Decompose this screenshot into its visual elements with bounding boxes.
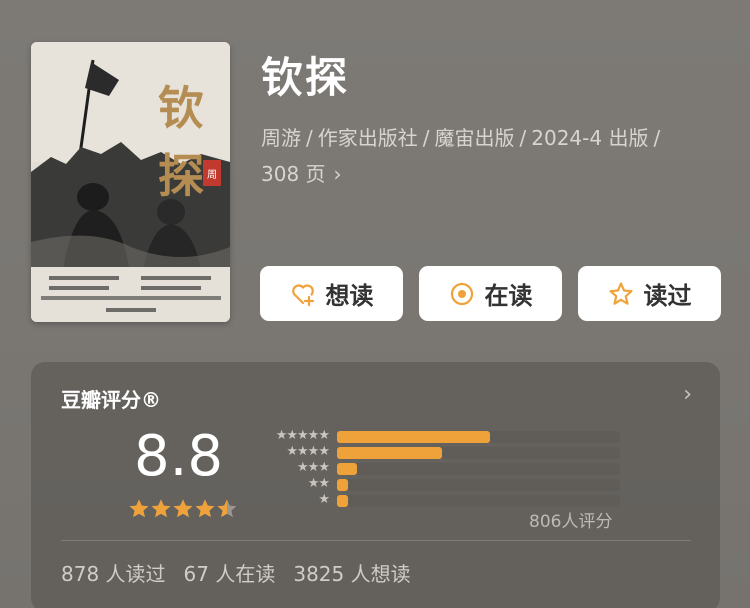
reading-count[interactable]: 67 人在读	[184, 558, 276, 587]
star-icon	[172, 498, 194, 520]
meta-separator: /	[519, 126, 527, 150]
rating-count: 806人评分	[529, 512, 613, 532]
book-cover-art: 钦 探 周	[31, 42, 230, 322]
star-icon	[194, 498, 216, 520]
mini-stars-icon: ★★	[307, 476, 330, 491]
meta-separator: /	[422, 126, 430, 150]
distribution-fill	[337, 463, 357, 475]
author: 周游	[261, 126, 301, 150]
mini-stars-icon: ★★★★	[286, 444, 330, 459]
rating-stars	[128, 498, 238, 520]
distribution-fill	[337, 431, 490, 443]
mini-stars-icon: ★	[318, 492, 330, 507]
distribution-row: ★★★★	[257, 444, 627, 460]
chevron-right-icon[interactable]: ›	[683, 382, 692, 407]
book-title: 钦探	[261, 53, 350, 102]
star-icon	[150, 498, 172, 520]
distribution-row: ★★	[257, 476, 627, 492]
star-outline-icon	[608, 281, 634, 307]
rating-score: 8.8	[134, 424, 224, 489]
want-count[interactable]: 3825 人想读	[293, 558, 410, 587]
cover-author-seal: 周	[207, 169, 217, 181]
reading-label: 在读	[484, 282, 533, 310]
distribution-fill	[337, 495, 349, 507]
star-icon	[216, 498, 238, 520]
distribution-row: ★	[257, 492, 627, 508]
star-icon	[128, 498, 150, 520]
publisher: 作家出版社	[317, 126, 418, 150]
divider	[61, 540, 691, 541]
reader-stats: 878 人读过 67 人在读 3825 人想读	[61, 558, 411, 587]
book-meta[interactable]: 周游 / 作家出版社 / 魔宙出版/2024-4 出版/ 308 页 ›	[261, 120, 731, 192]
want-to-read-label: 想读	[325, 282, 374, 310]
distribution-track	[337, 447, 620, 459]
distribution-row: ★★★★★	[257, 428, 627, 444]
producer: 魔宙出版	[434, 126, 515, 150]
distribution-fill	[337, 447, 442, 459]
rating-panel[interactable]: 豆瓣评分® › 8.8 ★★★★★ ★★★★ ★★★ ★★ ★ 806人评分 878 人…	[31, 362, 720, 608]
distribution-track	[337, 463, 620, 475]
meta-separator: /	[306, 126, 313, 150]
want-to-read-button[interactable]: 想读	[260, 266, 403, 321]
rating-distribution: ★★★★★ ★★★★ ★★★ ★★ ★	[257, 428, 627, 508]
mini-stars-icon: ★★★	[297, 460, 330, 475]
have-read-button[interactable]: 读过	[578, 266, 721, 321]
page-count: 308 页	[261, 162, 326, 186]
have-read-label: 读过	[643, 282, 692, 310]
distribution-track	[337, 495, 620, 507]
meta-separator: /	[653, 126, 661, 150]
heart-plus-icon	[290, 281, 316, 307]
cover-title-char-1: 钦	[158, 81, 204, 135]
distribution-row: ★★★	[257, 460, 627, 476]
distribution-track	[337, 431, 620, 443]
rating-title: 豆瓣评分®	[61, 388, 161, 412]
cover-title-char-2: 探	[158, 149, 204, 203]
chevron-right-icon: ›	[333, 162, 342, 186]
distribution-track	[337, 479, 620, 491]
target-icon	[449, 281, 475, 307]
book-cover[interactable]: 钦 探 周	[31, 42, 230, 322]
publish-date: 2024-4 出版	[531, 126, 649, 150]
mini-stars-icon: ★★★★★	[275, 428, 330, 443]
read-count[interactable]: 878 人读过	[61, 558, 166, 587]
reading-button[interactable]: 在读	[419, 266, 562, 321]
distribution-fill	[337, 479, 349, 491]
